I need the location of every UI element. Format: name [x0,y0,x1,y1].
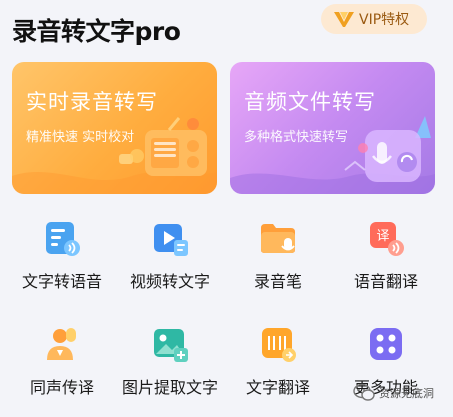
text-to-speech-icon [46,222,80,256]
tool-label: 文字转语音 [21,272,102,291]
simultaneous-interpretation-icon [47,328,76,360]
tool-text-translate[interactable]: 文字翻译 [224,320,332,402]
vip-label: VIP特权 [359,12,410,28]
wechat-icon [353,383,375,401]
tool-image-to-text[interactable]: 图片提取文字 [116,320,224,402]
tool-label: 文字翻译 [245,378,310,397]
tool-text-to-speech[interactable]: 文字转语音 [8,214,116,296]
header-bar: 录音转文字pro VIP特权 [0,0,453,52]
watermark: 资源无底洞 [353,383,434,403]
text-translate-icon [262,328,296,362]
vip-crown-icon [334,12,354,27]
voice-translate-icon: 译 [370,222,404,256]
tool-recorder[interactable]: 录音笔 [224,214,332,296]
radio-icon [119,117,207,176]
image-to-text-icon [154,329,188,362]
svg-text:译: 译 [376,229,389,244]
tool-simultaneous-interpretation[interactable]: 同声传译 [8,320,116,402]
tool-label: 图片提取文字 [121,378,218,397]
tool-voice-translate[interactable]: 译 语音翻译 [332,214,440,296]
recorder-folder-icon [261,224,295,253]
audio-file-folder-icon [344,116,431,182]
app-title: 录音转文字pro [12,17,181,46]
tool-video-to-text[interactable]: 视频转文字 [116,214,224,296]
vip-privilege-button[interactable]: VIP特权 [321,4,427,34]
realtime-recording-card[interactable]: 实时录音转写 精准快速 实时校对 [12,62,217,194]
watermark-label: 资源无底洞 [379,387,434,400]
tool-label: 录音笔 [253,272,302,291]
video-to-text-icon [154,224,188,256]
more-features-icon [370,328,402,360]
tool-label: 语音翻译 [353,272,418,291]
tool-label: 同声传译 [29,378,94,397]
tool-label: 视频转文字 [129,272,210,291]
audio-file-transcribe-card[interactable]: 音频文件转写 多种格式快速转写 [230,62,435,194]
realtime-recording-title: 实时录音转写 [26,90,158,114]
